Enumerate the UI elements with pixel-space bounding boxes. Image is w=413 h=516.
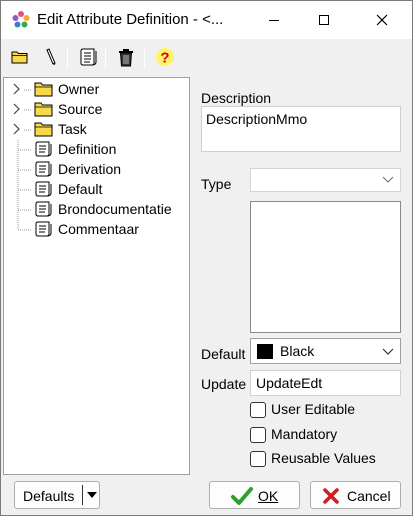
tree-item-owner[interactable]: Owner: [4, 79, 189, 99]
scroll-icon: [35, 141, 52, 157]
tree-item-label: Brondocumentatie: [58, 201, 172, 217]
type-combobox[interactable]: [250, 168, 401, 192]
help-icon: ?: [156, 48, 174, 67]
description-label: Description: [201, 90, 272, 106]
open-folder-icon: [11, 51, 28, 64]
tree-item-commentaar[interactable]: Commentaar: [4, 219, 189, 239]
scroll-icon: [35, 201, 52, 217]
tree-item-brondocumentatie[interactable]: Brondocumentatie: [4, 199, 189, 219]
tree-item-label: Task: [58, 121, 87, 137]
checkbox-label: Mandatory: [271, 426, 338, 442]
close-button[interactable]: [359, 1, 405, 39]
chevron-right-icon[interactable]: [12, 83, 22, 95]
default-label-text: Default: [201, 346, 246, 362]
attribute-tree[interactable]: Owner Source Task Definition Derivation …: [3, 77, 190, 475]
ok-button[interactable]: OK: [209, 481, 300, 509]
attribute-properties-panel: Description DescriptionMmo Type Default …: [190, 77, 412, 475]
toolbar-separator: [67, 47, 68, 69]
default-color-value: Black: [280, 343, 315, 359]
tree-item-source[interactable]: Source: [4, 99, 189, 119]
checkbox-label: User Editable: [271, 401, 356, 417]
tree-item-label: Default: [58, 181, 103, 197]
open-folder-button[interactable]: [8, 45, 32, 69]
chevron-right-icon[interactable]: [12, 103, 22, 115]
maximize-icon: [319, 15, 329, 25]
window-title: Edit Attribute Definition - <...: [37, 11, 224, 28]
help-button[interactable]: ?: [153, 45, 177, 69]
document-button[interactable]: [77, 45, 101, 69]
trash-icon: [119, 49, 133, 67]
update-field[interactable]: UpdateEdt: [250, 370, 401, 396]
folder-icon: [34, 82, 53, 97]
scroll-icon: [35, 181, 52, 197]
chevron-down-icon[interactable]: [382, 348, 394, 356]
folder-icon: [34, 122, 53, 137]
checkmark-icon: [231, 487, 253, 505]
tree-item-label: Derivation: [58, 161, 122, 177]
title-bar[interactable]: Edit Attribute Definition - <...: [1, 1, 412, 39]
maximize-button[interactable]: [301, 1, 347, 39]
dropdown-arrow-icon[interactable]: [87, 492, 97, 499]
color-swatch: [257, 344, 273, 359]
update-label: Update: [201, 376, 247, 392]
split-divider: [82, 485, 83, 505]
checkbox-box[interactable]: [250, 402, 266, 418]
checkbox-box[interactable]: [250, 451, 266, 467]
defaults-split-button[interactable]: Defaults: [14, 481, 100, 509]
folder-icon: [34, 102, 53, 117]
dialog-window: Edit Attribute Definition - <... ? Owner…: [0, 0, 413, 516]
tree-item-label: Owner: [58, 81, 100, 97]
cancel-button-label: Cancel: [347, 488, 391, 504]
edit-button[interactable]: [39, 45, 63, 69]
default-color-combobox[interactable]: Black: [250, 338, 401, 364]
mandatory-checkbox[interactable]: Mandatory: [250, 425, 410, 445]
toolbar-separator: [144, 47, 145, 69]
edit-pencil-icon: [46, 48, 56, 65]
type-label: Type: [201, 176, 232, 192]
close-icon: [376, 14, 388, 26]
tree-item-label: Source: [58, 101, 103, 117]
default-label: Default: [201, 346, 245, 362]
type-values-list[interactable]: [250, 201, 401, 333]
scroll-icon: [35, 221, 52, 237]
checkbox-box[interactable]: [250, 427, 266, 443]
toolbar-separator: [105, 47, 106, 69]
app-icon: [12, 11, 30, 28]
cancel-x-icon: [323, 488, 339, 504]
tree-item-label: Definition: [58, 141, 117, 157]
minimize-button[interactable]: [251, 1, 297, 39]
defaults-button-label: Defaults: [23, 488, 75, 504]
chevron-down-icon[interactable]: [382, 176, 394, 184]
cancel-button[interactable]: Cancel: [310, 481, 401, 509]
description-memo[interactable]: DescriptionMmo: [201, 106, 401, 152]
scroll-icon: [35, 161, 52, 177]
tree-item-task[interactable]: Task: [4, 119, 189, 139]
user-editable-checkbox[interactable]: User Editable: [250, 400, 410, 420]
chevron-right-icon[interactable]: [12, 123, 22, 135]
tree-item-label: Commentaar: [58, 221, 139, 237]
tree-item-definition[interactable]: Definition: [4, 139, 189, 159]
tree-item-default[interactable]: Default: [4, 179, 189, 199]
toolbar: ?: [1, 39, 412, 75]
scroll-document-icon: [80, 48, 97, 66]
delete-button[interactable]: [114, 45, 138, 69]
ok-button-label: OK: [258, 488, 279, 504]
reusable-values-checkbox[interactable]: Reusable Values: [250, 449, 410, 469]
svg-text:?: ?: [160, 50, 169, 67]
checkbox-label: Reusable Values: [271, 450, 376, 466]
minimize-icon: [269, 20, 279, 21]
tree-item-derivation[interactable]: Derivation: [4, 159, 189, 179]
